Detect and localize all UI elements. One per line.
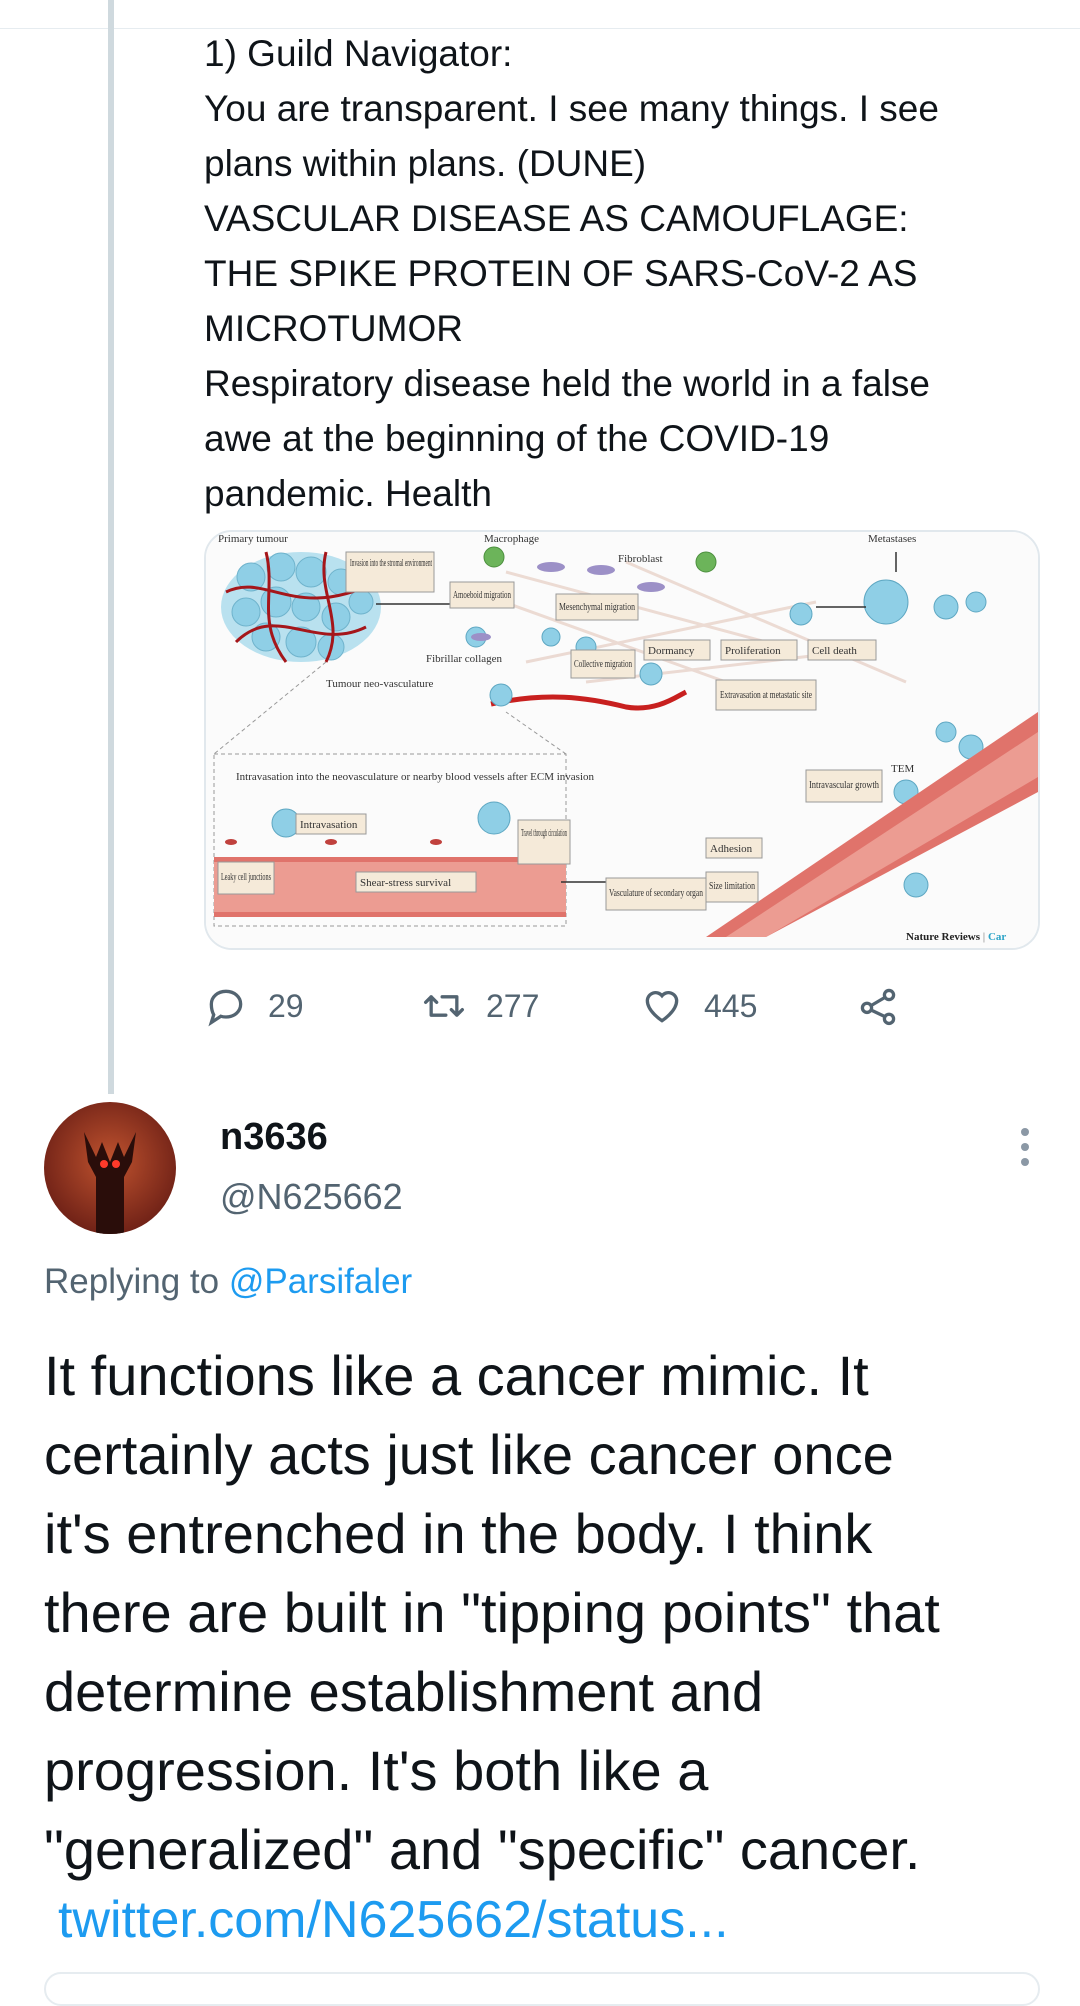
- avatar[interactable]: [44, 1102, 176, 1234]
- label-extravasation: Extravasation at metastatic site: [720, 689, 812, 701]
- label-macrophage: Macrophage: [484, 533, 539, 545]
- label-invasion: Invasion into the stromal environment: [350, 557, 432, 569]
- metastasis-diagram: Primary tumour Macrophage Fibroblast Met…: [206, 532, 1038, 948]
- tweet-line: plans within plans. (DUNE): [204, 143, 647, 184]
- label-neovasculature: Tumour neo-vasculature: [326, 678, 434, 690]
- tweet-line: MICROTUMOR: [204, 308, 463, 349]
- reply-line: certainly acts just like cancer once: [44, 1423, 894, 1486]
- image-credit-sep: |: [980, 931, 988, 943]
- like-count: 445: [704, 987, 758, 1024]
- retweet-button[interactable]: 277: [422, 976, 539, 1036]
- label-intravascular: Intravascular growth: [809, 779, 879, 791]
- retweet-count: 277: [486, 987, 540, 1024]
- label-mesenchymal: Mesenchymal migration: [559, 601, 635, 613]
- tweet-line: 1) Guild Navigator:: [204, 33, 513, 74]
- tweet-line: Respiratory disease held the world in a …: [204, 363, 930, 404]
- label-vasculature: Vasculature of secondary organ: [609, 887, 703, 899]
- label-fibrillar-collagen: Fibrillar collagen: [426, 653, 503, 665]
- reply-author-handle[interactable]: @N625662: [220, 1176, 403, 1218]
- reply-line: progression. It's both like a: [44, 1739, 709, 1802]
- tweet-action-bar: 29 277 445: [204, 976, 924, 1036]
- reply-line: it's entrenched in the body. I think: [44, 1502, 873, 1565]
- image-credit: Nature Reviews: [906, 931, 981, 943]
- image-credit-tail: Car: [988, 931, 1006, 943]
- reply-button[interactable]: 29: [204, 976, 304, 1036]
- retweet-icon: [424, 995, 464, 1017]
- more-icon: [1021, 1128, 1029, 1166]
- label-adhesion: Adhesion: [710, 843, 753, 855]
- reply-line: "generalized" and "specific" cancer.: [44, 1818, 921, 1881]
- reply-line: there are built in "tipping points" that: [44, 1581, 940, 1644]
- replying-to-mention[interactable]: @Parsifaler: [229, 1262, 412, 1301]
- label-fibroblast: Fibroblast: [618, 553, 663, 565]
- reply-line: determine establishment and: [44, 1660, 764, 1723]
- quoted-tweet-card-edge[interactable]: [44, 1972, 1040, 2006]
- label-cell-death: Cell death: [812, 645, 857, 657]
- tweet-line: You are transparent. I see many things. …: [204, 88, 939, 129]
- replying-to-line: Replying to @Parsifaler: [44, 1262, 412, 1302]
- label-intravasation-title: Intravasation into the neovasculature or…: [236, 771, 595, 783]
- label-size-limitation: Size limitation: [709, 880, 755, 892]
- tweet-line: VASCULAR DISEASE AS CAMOUFLAGE:: [204, 198, 909, 239]
- label-leaky: Leaky cell junctions: [221, 871, 271, 883]
- tweet-status-link[interactable]: twitter.com/N625662/status...: [58, 1890, 729, 1950]
- label-shear: Shear-stress survival: [360, 877, 451, 889]
- reply-icon: [208, 989, 243, 1027]
- label-tem: TEM: [891, 763, 914, 775]
- share-icon: [860, 988, 896, 1026]
- like-button[interactable]: 445: [640, 976, 757, 1036]
- label-travel: Travel through circulation: [521, 827, 567, 839]
- tweet-line: pandemic. Health: [204, 473, 492, 514]
- label-collective: Collective migration: [574, 658, 632, 670]
- label-dormancy: Dormancy: [648, 645, 695, 657]
- label-amoeboid: Amoeboid migration: [453, 589, 511, 601]
- more-options-button[interactable]: [1010, 1122, 1040, 1172]
- label-primary-tumour: Primary tumour: [218, 533, 288, 545]
- label-metastases: Metastases: [868, 533, 916, 545]
- reply-count: 29: [268, 987, 304, 1024]
- label-intravasation: Intravasation: [300, 819, 358, 831]
- share-button[interactable]: [856, 976, 900, 1036]
- thread-tweet-text: 1) Guild Navigator: You are transparent.…: [204, 26, 1044, 521]
- reply-author-name[interactable]: n3636: [220, 1116, 328, 1159]
- like-icon: [645, 991, 679, 1023]
- tweet-line: THE SPIKE PROTEIN OF SARS-CoV-2 AS: [204, 253, 918, 294]
- tweet-media-image[interactable]: Primary tumour Macrophage Fibroblast Met…: [204, 530, 1040, 950]
- reply-tweet-text: It functions like a cancer mimic. It cer…: [44, 1336, 1054, 1889]
- replying-to-prefix: Replying to: [44, 1262, 229, 1301]
- thread-connector-line: [108, 0, 114, 1094]
- label-proliferation: Proliferation: [725, 645, 781, 657]
- svg-text:Nature Reviews | Car: Nature Reviews | Car: [906, 931, 1006, 943]
- reply-line: It functions like a cancer mimic. It: [44, 1344, 869, 1407]
- tweet-line: awe at the beginning of the COVID-19: [204, 418, 830, 459]
